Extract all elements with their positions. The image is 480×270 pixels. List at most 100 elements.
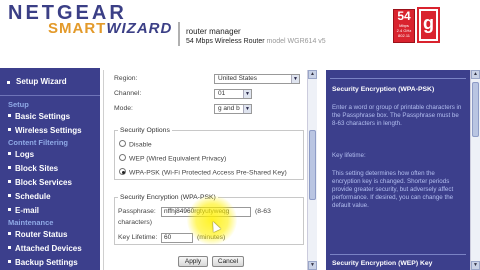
mode-value: g and b	[218, 105, 240, 112]
bullet-icon	[8, 232, 11, 236]
wireless-settings-panel: Region: United States ▼ Channel: 01 ▼ Mode…	[103, 70, 317, 270]
chevron-down-icon: ▼	[243, 90, 251, 98]
form-scrollbar[interactable]: ▲ ▼	[307, 70, 317, 270]
help-title: Security Encryption (WPA-PSK)	[332, 86, 435, 93]
netgear-logo: NETGEAR SMARTWIZARD	[8, 2, 171, 37]
sidebar-item-label: Schedule	[15, 192, 51, 201]
badge-speed: 54	[397, 9, 411, 23]
router-admin-page: NETGEAR SMARTWIZARD router manager 54 Mb…	[0, 0, 480, 270]
badge-standard: 802.11	[398, 33, 410, 38]
scroll-up-icon[interactable]: ▲	[471, 70, 480, 79]
key-lifetime-unit: (minutes)	[197, 234, 226, 241]
sidebar-item-label: Router Status	[15, 230, 68, 239]
help-next-title: Security Encryption (WEP) Key	[332, 260, 433, 267]
help-scrollbar[interactable]: ▲ ▼	[470, 70, 480, 270]
sidebar-item-label: Basic Settings	[15, 112, 71, 121]
bullet-icon	[8, 194, 11, 198]
radio-wep[interactable]	[119, 154, 126, 161]
security-options-legend: Security Options	[118, 127, 172, 134]
sidebar-item-setup-wizard[interactable]: Setup Wizard	[0, 68, 100, 96]
radio-wpa-psk[interactable]	[119, 168, 126, 175]
passphrase-hint-chars: characters)	[118, 219, 152, 226]
router-subtitle: 54 Mbps Wireless Router model WGR614 v5	[186, 38, 326, 45]
wireless-settings-form: Region: United States ▼ Channel: 01 ▼ Mode…	[114, 70, 307, 270]
scroll-down-icon[interactable]: ▼	[471, 261, 480, 270]
passphrase-label: Passphrase:	[118, 208, 156, 215]
sidebar-item-wireless-settings[interactable]: Wireless Settings	[0, 124, 100, 138]
sidebar-section-setup: Setup	[8, 100, 29, 109]
key-lifetime-input[interactable]: 60	[161, 233, 193, 243]
help-key-lifetime-text: This setting determines how often the en…	[332, 170, 454, 209]
mode-select[interactable]: g and b ▼	[214, 104, 252, 114]
sidebar-nav: Setup Wizard Setup Basic Settings Wirele…	[0, 68, 100, 270]
option-label: Disable	[129, 141, 152, 149]
security-options-group: Security Options Disable WEP (Wired Equi…	[114, 127, 304, 180]
bullet-icon	[8, 246, 11, 250]
option-disable[interactable]: Disable	[119, 140, 152, 149]
option-label: WPA-PSK (Wi-Fi Protected Access Pre-Shar…	[129, 169, 287, 177]
bullet-icon	[8, 260, 11, 264]
region-select[interactable]: United States ▼	[214, 74, 300, 84]
help-scroll-track[interactable]: ▲ ▼	[471, 70, 480, 270]
sidebar-item-label: Block Sites	[15, 164, 59, 173]
scroll-thumb[interactable]	[472, 82, 479, 137]
cancel-button[interactable]: Cancel	[212, 256, 244, 267]
sidebar-item-label: Wireless Settings	[15, 126, 82, 135]
channel-value: 01	[218, 90, 226, 97]
sidebar-item-router-status[interactable]: Router Status	[0, 228, 100, 242]
scroll-thumb[interactable]	[309, 130, 316, 200]
help-divider	[330, 254, 466, 255]
sidebar-item-attached-devices[interactable]: Attached Devices	[0, 242, 100, 256]
sidebar-item-schedule[interactable]: Schedule	[0, 190, 100, 204]
bullet-icon	[8, 208, 11, 212]
chevron-down-icon: ▼	[291, 75, 299, 83]
sidebar-item-backup-settings[interactable]: Backup Settings	[0, 256, 100, 270]
sidebar-item-basic-settings[interactable]: Basic Settings	[0, 110, 100, 124]
mode-label: Mode:	[114, 105, 133, 112]
channel-label: Channel:	[114, 90, 142, 97]
apply-button[interactable]: Apply	[178, 256, 208, 267]
option-label: WEP (Wired Equivalent Privacy)	[129, 155, 227, 163]
help-content: Security Encryption (WPA-PSK) Enter a wo…	[326, 70, 470, 270]
brand-smartwizard: SMARTWIZARD	[48, 21, 172, 37]
option-wpa-psk[interactable]: WPA-PSK (Wi-Fi Protected Access Pre-Shar…	[119, 168, 287, 177]
sidebar-item-label: Backup Settings	[15, 258, 78, 267]
sidebar-item-email[interactable]: E-mail	[0, 204, 100, 218]
router-type: 54 Mbps Wireless Router	[186, 38, 265, 45]
key-lifetime-label: Key Lifetime:	[118, 234, 158, 241]
sidebar-item-label: Block Services	[15, 178, 72, 187]
page-title: router manager	[186, 27, 241, 36]
region-value: United States	[218, 75, 258, 82]
help-passphrase-text: Enter a word or group of printable chara…	[332, 104, 462, 127]
sidebar-item-label: Attached Devices	[15, 244, 82, 253]
bullet-icon	[8, 128, 11, 132]
sidebar-item-block-sites[interactable]: Block Sites	[0, 162, 100, 176]
wpa-psk-legend: Security Encryption (WPA-PSK)	[118, 194, 218, 201]
scroll-up-icon[interactable]: ▲	[308, 70, 317, 79]
channel-select[interactable]: 01 ▼	[214, 89, 252, 99]
bullet-icon	[8, 166, 11, 170]
passphrase-hint: (8-63	[255, 208, 271, 215]
sidebar-section-maintenance: Maintenance	[8, 218, 54, 227]
help-divider	[330, 78, 466, 79]
bullet-icon	[7, 81, 10, 84]
sidebar-item-label: Setup Wizard	[16, 77, 67, 86]
brand-wizard: WIZARD	[106, 20, 173, 37]
wpa-psk-group: Security Encryption (WPA-PSK) Passphrase…	[114, 194, 304, 245]
radio-disable[interactable]	[119, 140, 126, 147]
router-model: model WGR614 v5	[266, 38, 326, 45]
option-wep[interactable]: WEP (Wired Equivalent Privacy)	[119, 154, 227, 163]
scroll-down-icon[interactable]: ▼	[308, 261, 317, 270]
bullet-icon	[8, 114, 11, 118]
g-logo: g	[417, 7, 440, 43]
region-label: Region:	[114, 75, 138, 82]
sidebar-item-label: E-mail	[15, 206, 40, 215]
sidebar-item-block-services[interactable]: Block Services	[0, 176, 100, 190]
bullet-icon	[8, 180, 11, 184]
sidebar-item-logs[interactable]: Logs	[0, 148, 100, 162]
bullet-icon	[8, 152, 11, 156]
chevron-down-icon: ▼	[243, 105, 251, 113]
passphrase-input[interactable]: nffhj84960rgtyutyweqg	[161, 207, 251, 217]
sidebar-section-content-filtering: Content Filtering	[8, 138, 68, 147]
help-panel: Security Encryption (WPA-PSK) Enter a wo…	[326, 70, 480, 270]
